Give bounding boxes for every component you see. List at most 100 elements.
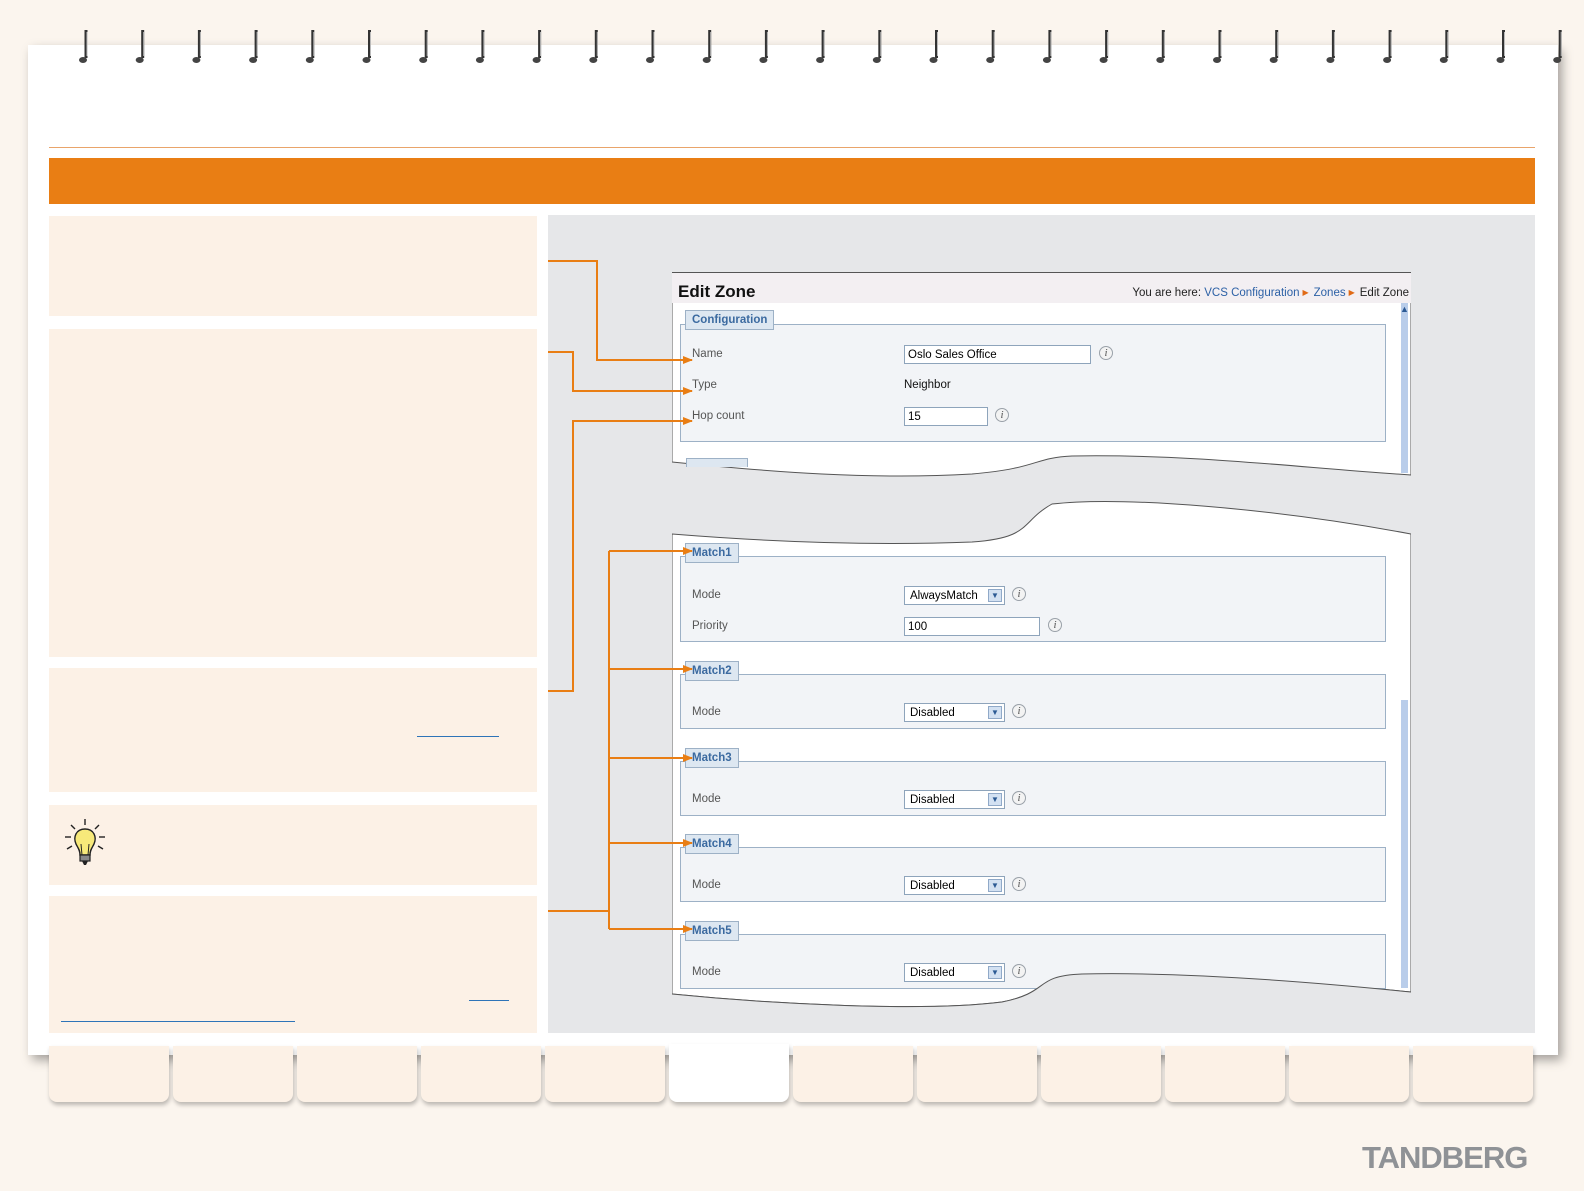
match5-mode-select[interactable]: Disabled ▼	[904, 963, 1005, 982]
binder-ring	[589, 30, 598, 63]
match5-fieldset	[680, 934, 1386, 989]
section-tab[interactable]	[421, 1046, 541, 1102]
breadcrumb-arrow-icon: ▶	[1302, 288, 1309, 297]
section-tab[interactable]	[545, 1046, 665, 1102]
breadcrumb-arrow-icon: ▶	[1348, 288, 1355, 297]
section-tab[interactable]	[1289, 1046, 1409, 1102]
info-icon[interactable]: i	[1012, 877, 1026, 891]
scrollbar[interactable]	[1401, 303, 1408, 473]
binder-ring	[1383, 30, 1392, 63]
breadcrumb: You are here: VCS Configuration ▶ Zones ▶ Ed…	[1132, 287, 1409, 299]
text-link[interactable]	[61, 1021, 295, 1022]
section-tab[interactable]	[49, 1046, 169, 1102]
match2-fieldset	[680, 674, 1386, 729]
match4-mode-value: Disabled	[910, 880, 955, 892]
binder-ring	[135, 30, 145, 63]
info-icon[interactable]: i	[1048, 618, 1062, 632]
name-label: Name	[692, 348, 723, 360]
binder-ring	[1099, 30, 1109, 63]
match1-priority-label: Priority	[692, 620, 728, 632]
chevron-down-icon[interactable]: ▼	[988, 966, 1002, 979]
header-rule	[49, 147, 1535, 148]
section-tab[interactable]	[917, 1046, 1037, 1102]
match3-legend: Match3	[685, 748, 739, 768]
section-tab[interactable]	[1413, 1046, 1533, 1102]
hop-count-label: Hop count	[692, 410, 745, 422]
binder-ring	[1439, 30, 1449, 63]
match4-mode-select[interactable]: Disabled ▼	[904, 876, 1005, 895]
section-tab-active[interactable]	[669, 1044, 789, 1102]
match3-mode-select[interactable]: Disabled ▼	[904, 790, 1005, 809]
binder-ring	[1156, 30, 1165, 63]
breadcrumb-current: Edit Zone	[1359, 287, 1409, 299]
section-tab[interactable]	[297, 1046, 417, 1102]
lightbulb-icon	[65, 819, 105, 865]
section-tab[interactable]	[173, 1046, 293, 1102]
match3-mode-label: Mode	[692, 793, 721, 805]
match5-mode-label: Mode	[692, 966, 721, 978]
page-title: Edit Zone	[678, 282, 756, 301]
info-icon[interactable]: i	[1012, 704, 1026, 718]
binder-ring	[646, 30, 655, 63]
binder-ring	[419, 30, 428, 63]
edit-zone-screenshot-top: Edit Zone You are here: VCS Configuratio…	[672, 272, 1411, 477]
binder-ring	[929, 30, 938, 63]
type-value: Neighbor	[904, 379, 951, 391]
info-icon[interactable]: i	[1012, 587, 1026, 601]
binder-ring	[759, 30, 768, 63]
breadcrumb-link-zones[interactable]: Zones	[1314, 287, 1346, 299]
next-legend-fragment	[686, 458, 748, 467]
match4-fieldset	[680, 847, 1386, 902]
chevron-down-icon[interactable]: ▼	[988, 879, 1002, 892]
match1-priority-field[interactable]: 100	[904, 617, 1040, 636]
binder-ring	[79, 30, 88, 63]
brand-logo: TANDBERG	[1362, 1140, 1528, 1175]
info-panel-5	[49, 896, 537, 1033]
section-tab[interactable]	[1041, 1046, 1161, 1102]
text-link[interactable]	[417, 736, 499, 737]
configuration-legend: Configuration	[685, 310, 775, 330]
match1-mode-value: AlwaysMatch	[910, 590, 978, 602]
text-link[interactable]	[469, 1000, 509, 1001]
chevron-down-icon[interactable]: ▼	[988, 706, 1002, 719]
chevron-down-icon[interactable]: ▼	[988, 589, 1002, 602]
match4-legend: Match4	[685, 834, 739, 854]
breadcrumb-link-vcs-configuration[interactable]: VCS Configuration	[1204, 287, 1299, 299]
name-field[interactable]: Oslo Sales Office	[904, 345, 1091, 364]
binder-ring	[816, 30, 825, 63]
match5-mode-value: Disabled	[910, 967, 955, 979]
binder-ring	[192, 30, 201, 63]
match1-legend: Match1	[685, 543, 739, 563]
match1-mode-label: Mode	[692, 589, 721, 601]
match2-mode-value: Disabled	[910, 707, 955, 719]
chevron-down-icon[interactable]: ▼	[988, 793, 1002, 806]
info-icon[interactable]: i	[1099, 346, 1113, 360]
section-tabs	[49, 1044, 1535, 1106]
scrollbar-thumb[interactable]	[1401, 700, 1408, 988]
binder-ring	[249, 30, 258, 63]
binder-ring	[1269, 30, 1279, 63]
info-icon[interactable]: i	[995, 408, 1009, 422]
info-panel-3	[49, 668, 537, 792]
spiral-binding	[79, 30, 1562, 63]
binder-ring	[305, 30, 315, 63]
binder-ring	[1553, 30, 1562, 63]
configuration-fieldset	[680, 324, 1386, 442]
section-tab[interactable]	[793, 1046, 913, 1102]
binder-ring	[1213, 30, 1222, 63]
match3-fieldset	[680, 761, 1386, 816]
binder-ring	[532, 30, 542, 63]
binder-ring	[1496, 30, 1505, 63]
section-tab[interactable]	[1165, 1046, 1285, 1102]
match2-mode-select[interactable]: Disabled ▼	[904, 703, 1005, 722]
tip-panel	[49, 805, 537, 885]
binder-ring	[1042, 30, 1052, 63]
match1-mode-select[interactable]: AlwaysMatch ▼	[904, 586, 1005, 605]
match2-legend: Match2	[685, 661, 739, 681]
hop-count-field[interactable]: 15	[904, 407, 988, 426]
scroll-up-icon[interactable]: ▲	[1400, 304, 1409, 314]
binder-ring	[475, 30, 485, 63]
edit-zone-screenshot-bottom: Match1 Mode AlwaysMatch ▼ i Priority 100…	[672, 500, 1411, 1008]
info-icon[interactable]: i	[1012, 791, 1026, 805]
info-icon[interactable]: i	[1012, 964, 1026, 978]
